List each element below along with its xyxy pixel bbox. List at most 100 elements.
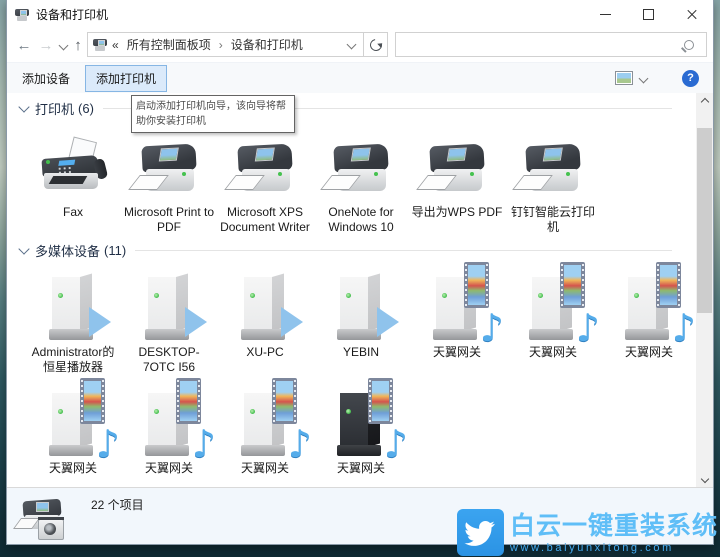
printer-icon [217,131,313,197]
printer-icon [121,131,217,197]
tower-media-icon: ♪ [121,378,217,463]
device-item[interactable]: Microsoft Print to PDF [121,131,217,235]
device-item[interactable]: XU-PC [217,267,313,375]
device-item[interactable]: 导出为WPS PDF [409,131,505,235]
printer-icon [505,131,601,197]
device-label: XU-PC [246,345,284,359]
scroll-up-button[interactable] [696,93,713,110]
scrollbar-thumb[interactable] [697,128,712,313]
titlebar[interactable]: 设备和打印机 [7,0,713,29]
tower-media-icon: ♪ [601,262,697,347]
recent-pages-button[interactable] [57,29,69,62]
device-row: Administrator的恒星播放器 DESKTOP-7OTC I56 XU-PC… [7,262,698,375]
minimize-button[interactable] [584,0,627,29]
add-printer-tooltip: 启动添加打印机向导，该向导将帮助你安装打印机 [131,95,295,133]
breadcrumb-overflow[interactable]: « [112,38,119,52]
tower-play-icon [313,267,409,341]
up-icon: ↑ [74,37,82,54]
devices-and-printers-window: 设备和打印机 ← → ↑ « 所有控制面板项 › 设备和打印机 添加设备 添加打… [6,0,714,545]
device-label: Fax [62,205,83,219]
bird-icon [464,520,496,546]
chevron-down-icon [700,474,709,483]
breadcrumb-control-panel-items[interactable]: 所有控制面板项 [127,36,211,53]
device-item[interactable]: ♪ 天翼网关 [505,262,601,375]
view-options-icon[interactable] [615,71,633,85]
collapse-chevron-icon[interactable] [18,242,30,255]
watermark-title: 白云一键重装系统 [509,511,718,540]
bird-logo-icon [456,509,504,556]
up-button[interactable]: ↑ [69,29,87,62]
device-item[interactable]: YEBIN [313,267,409,375]
view-options-dropdown-icon[interactable] [638,73,649,83]
device-label: Microsoft Print to PDF [123,205,215,234]
device-label: YEBIN [342,345,379,359]
device-row: Fax Microsoft Print to PDF Microsoft XPS D… [7,131,698,235]
address-bar[interactable]: « 所有控制面板项 › 设备和打印机 [87,32,364,57]
refresh-button[interactable] [363,32,388,57]
device-item[interactable]: DESKTOP-7OTC I56 [121,267,217,375]
scroll-down-button[interactable] [696,470,713,487]
printers-grid: Fax Microsoft Print to PDF Microsoft XPS D… [7,131,698,235]
navigation-bar: ← → ↑ « 所有控制面板项 › 设备和打印机 [7,29,713,62]
tower-play-icon [217,267,313,341]
device-item[interactable]: ♪ 天翼网关 [25,378,121,476]
device-item[interactable]: ♪ 天翼网关 [121,378,217,476]
command-toolbar: 添加设备 添加打印机 ? [7,62,713,94]
address-location-icon [93,38,108,52]
section-header-printers[interactable]: 打印机 (6) [7,99,698,117]
device-item[interactable]: 钉钉智能云打印机 [505,131,601,235]
maximize-button[interactable] [627,0,670,29]
address-dropdown-icon[interactable] [346,39,357,50]
forward-button[interactable]: → [35,29,57,62]
multimedia-grid: Administrator的恒星播放器 DESKTOP-7OTC I56 XU-PC… [7,262,698,476]
help-button[interactable]: ? [682,69,699,87]
tower-play-icon [25,267,121,341]
device-item[interactable]: ♪ 天翼网关 [601,262,697,375]
minimize-icon [600,14,611,15]
section-divider [135,249,672,251]
breadcrumb-devices-printers[interactable]: 设备和打印机 [231,36,303,53]
device-item[interactable]: ♪ 天翼网关 [217,378,313,476]
device-item[interactable]: ♪ 天翼网关 [313,378,409,476]
maximize-icon [643,9,654,20]
back-button[interactable]: ← [13,29,35,62]
tower-media-icon: ♪ [409,262,505,347]
refresh-icon [367,36,384,53]
device-item[interactable]: OneNote for Windows 10 [313,131,409,235]
back-icon: ← [16,37,32,54]
devices-printers-icon [13,498,67,541]
fax-icon [25,131,121,197]
close-icon [686,9,698,21]
device-label: Administrator的恒星播放器 [31,345,115,374]
device-item[interactable]: ♪ 天翼网关 [409,262,505,375]
chevron-down-icon [58,40,68,51]
section-header-multimedia[interactable]: 多媒体设备 (11) [7,241,698,259]
printer-icon [409,131,505,197]
tower-media-icon: ♪ [217,378,313,463]
search-box[interactable] [395,32,707,57]
vertical-scrollbar[interactable] [696,93,713,487]
chevron-up-icon [700,97,709,106]
section-count: (11) [104,242,127,258]
tower-media-dark-icon: ♪ [313,378,409,463]
add-printer-button[interactable]: 添加打印机 [85,64,168,92]
desktop: { "window": { "title": "设备和打印机" }, "navb… [0,0,720,557]
window-title: 设备和打印机 [36,8,109,22]
device-label: 导出为WPS PDF [411,205,503,219]
tower-media-icon: ♪ [505,262,601,347]
collapse-chevron-icon[interactable] [18,100,30,113]
device-label: DESKTOP-7OTC I56 [138,345,200,374]
search-input[interactable] [396,33,684,56]
device-item[interactable]: Administrator的恒星播放器 [25,267,121,375]
device-item[interactable]: Microsoft XPS Document Writer [217,131,313,235]
watermark: 白云一键重装系统 www.baiyunxitong.com [456,509,718,556]
device-row: ♪ 天翼网关 ♪ 天翼网关 ♪ 天翼网关 ♪ 天翼网关 [7,378,698,476]
close-button[interactable] [670,0,713,29]
tower-play-icon [121,267,217,341]
add-device-button[interactable]: 添加设备 [11,65,81,92]
section-title: 打印机 [35,101,75,117]
device-item[interactable]: Fax [25,131,121,235]
section-count: (6) [78,100,94,116]
device-label: Microsoft XPS Document Writer [220,205,310,234]
section-title: 多媒体设备 [35,243,101,259]
